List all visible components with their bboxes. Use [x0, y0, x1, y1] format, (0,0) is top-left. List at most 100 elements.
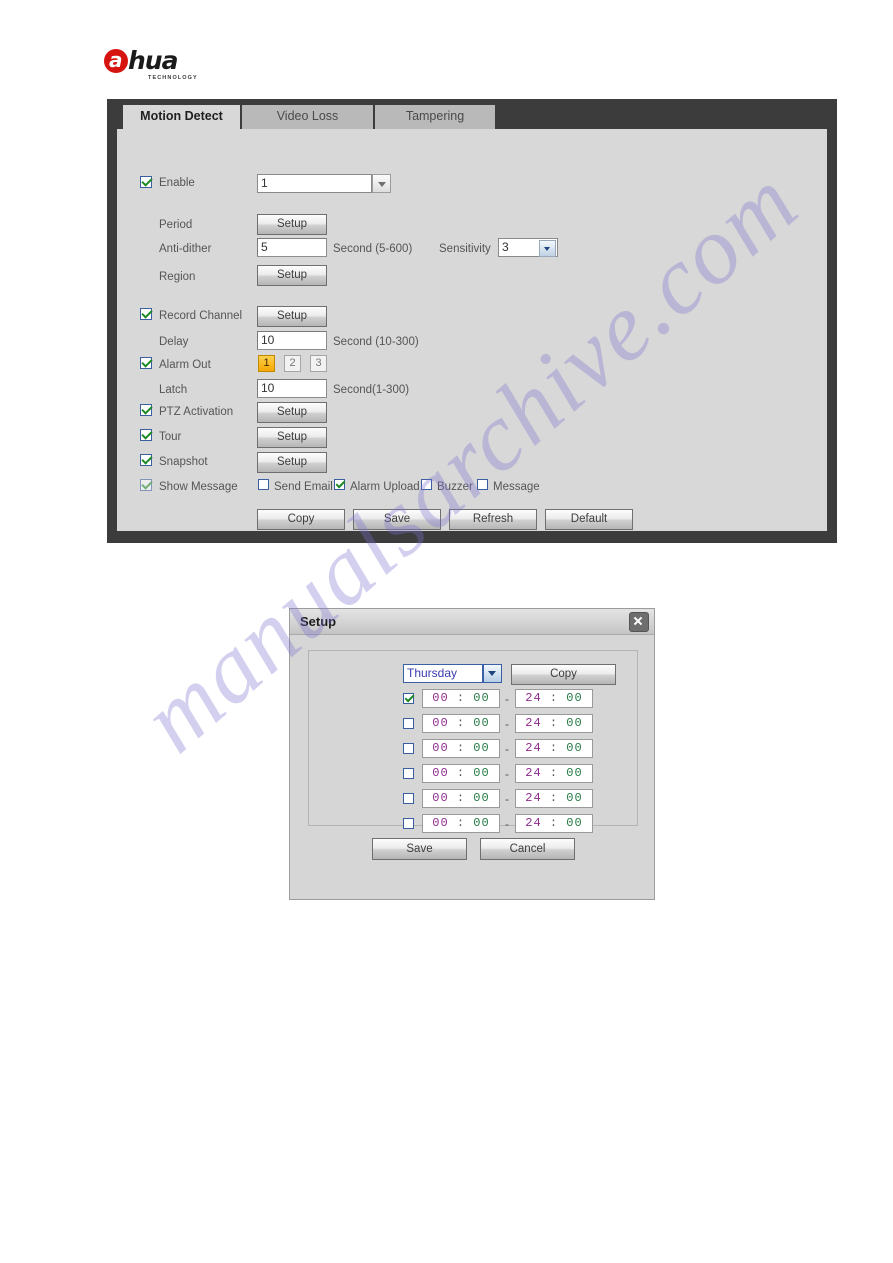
period-4-end[interactable]: 24 : 00 — [515, 764, 593, 783]
latch-input[interactable]: 10 — [257, 379, 327, 398]
period-1-checkbox[interactable] — [403, 693, 414, 704]
period-2-end-min: 00 — [566, 716, 583, 730]
period-5-end-hour: 24 — [525, 791, 542, 805]
range-separator: - — [505, 792, 509, 806]
alarm-out-label: Alarm Out — [159, 359, 211, 371]
anti-dither-input[interactable]: 5 — [257, 238, 327, 257]
alarm-out-channel-3[interactable]: 3 — [310, 355, 327, 372]
record-channel-label: Record Channel — [159, 310, 243, 322]
buzzer-checkbox[interactable] — [421, 479, 432, 490]
channel-select[interactable]: 1 — [257, 174, 372, 193]
logo-wordmark: hua — [128, 46, 178, 75]
setup-dialog: Setup Thursday Copy 00 : 00 - 24 : 00 00… — [289, 608, 655, 900]
dialog-title: Setup — [300, 614, 337, 629]
save-button[interactable]: Save — [353, 509, 441, 530]
motion-detect-panel: Motion Detect Video Loss Tampering Enabl… — [107, 99, 837, 543]
alarm-out-channel-2[interactable]: 2 — [284, 355, 301, 372]
period-setup-button[interactable]: Setup — [257, 214, 327, 235]
buzzer-label: Buzzer — [437, 481, 473, 493]
schedule-panel: Thursday Copy 00 : 00 - 24 : 00 00 : 00 … — [308, 650, 638, 833]
period-1-end[interactable]: 24 : 00 — [515, 689, 593, 708]
period-5-start-hour: 00 — [432, 791, 449, 805]
tour-setup-button[interactable]: Setup — [257, 427, 327, 448]
close-icon[interactable] — [629, 612, 649, 632]
period-5-end[interactable]: 24 : 00 — [515, 789, 593, 808]
period-3-start-hour: 00 — [432, 741, 449, 755]
period-6-end[interactable]: 24 : 00 — [515, 814, 593, 833]
period-3-end[interactable]: 24 : 00 — [515, 739, 593, 758]
chevron-down-icon[interactable] — [539, 240, 556, 257]
latch-label: Latch — [159, 384, 188, 396]
record-channel-checkbox[interactable] — [140, 308, 152, 320]
weekday-select[interactable]: Thursday — [403, 664, 483, 683]
tour-checkbox[interactable] — [140, 429, 152, 441]
default-button[interactable]: Default — [545, 509, 633, 530]
period-4-end-hour: 24 — [525, 766, 542, 780]
range-separator: - — [505, 817, 509, 831]
message-checkbox[interactable] — [477, 479, 488, 490]
logo-letter-a: a — [109, 48, 123, 72]
ptz-activation-setup-button[interactable]: Setup — [257, 402, 327, 423]
chevron-down-icon[interactable] — [483, 664, 502, 683]
period-2-start-min: 00 — [473, 716, 490, 730]
period-3-checkbox[interactable] — [403, 743, 414, 754]
period-4-start[interactable]: 00 : 00 — [422, 764, 500, 783]
period-5-start[interactable]: 00 : 00 — [422, 789, 500, 808]
settings-content: Enable 1 Period Setup Anti-dither 5 Seco… — [117, 129, 827, 531]
delay-input[interactable]: 10 — [257, 331, 327, 350]
period-4-start-hour: 00 — [432, 766, 449, 780]
period-label: Period — [159, 219, 193, 231]
ptz-activation-label: PTZ Activation — [159, 406, 234, 418]
tab-motion-detect[interactable]: Motion Detect — [123, 105, 240, 129]
snapshot-checkbox[interactable] — [140, 454, 152, 466]
period-5-checkbox[interactable] — [403, 793, 414, 804]
show-message-label: Show Message — [159, 481, 238, 493]
tab-bar: Motion Detect Video Loss Tampering — [107, 99, 837, 129]
alarm-upload-checkbox[interactable] — [334, 479, 345, 490]
period-6-checkbox[interactable] — [403, 818, 414, 829]
sensitivity-select[interactable]: 3 — [498, 238, 558, 257]
period-2-checkbox[interactable] — [403, 718, 414, 729]
send-email-checkbox[interactable] — [258, 479, 269, 490]
period-6-start-hour: 00 — [432, 816, 449, 830]
period-5-start-min: 00 — [473, 791, 490, 805]
chevron-down-icon[interactable] — [372, 174, 391, 193]
snapshot-setup-button[interactable]: Setup — [257, 452, 327, 473]
dahua-logo: a hua TECHNOLOGY — [104, 48, 212, 88]
alarm-out-channel-1[interactable]: 1 — [258, 355, 275, 372]
dialog-save-button[interactable]: Save — [372, 838, 467, 860]
period-6-end-min: 00 — [566, 816, 583, 830]
period-2-end[interactable]: 24 : 00 — [515, 714, 593, 733]
period-4-checkbox[interactable] — [403, 768, 414, 779]
period-2-end-hour: 24 — [525, 716, 542, 730]
refresh-button[interactable]: Refresh — [449, 509, 537, 530]
period-1-start-min: 00 — [473, 691, 490, 705]
period-6-end-hour: 24 — [525, 816, 542, 830]
tab-video-loss[interactable]: Video Loss — [242, 105, 373, 129]
ptz-activation-checkbox[interactable] — [140, 404, 152, 416]
period-4-end-min: 00 — [566, 766, 583, 780]
region-label: Region — [159, 271, 196, 283]
dialog-title-bar: Setup — [290, 609, 654, 635]
tab-tampering[interactable]: Tampering — [375, 105, 495, 129]
period-1-start-hour: 00 — [432, 691, 449, 705]
period-6-start[interactable]: 00 : 00 — [422, 814, 500, 833]
period-1-end-min: 00 — [566, 691, 583, 705]
delay-label: Delay — [159, 336, 189, 348]
record-channel-setup-button[interactable]: Setup — [257, 306, 327, 327]
alarm-out-checkbox[interactable] — [140, 357, 152, 369]
period-1-start[interactable]: 00 : 00 — [422, 689, 500, 708]
period-2-start[interactable]: 00 : 00 — [422, 714, 500, 733]
tour-label: Tour — [159, 431, 182, 443]
period-3-start-min: 00 — [473, 741, 490, 755]
range-separator: - — [505, 692, 509, 706]
copy-schedule-button[interactable]: Copy — [511, 664, 616, 685]
copy-button[interactable]: Copy — [257, 509, 345, 530]
period-6-start-min: 00 — [473, 816, 490, 830]
region-setup-button[interactable]: Setup — [257, 265, 327, 286]
enable-checkbox[interactable] — [140, 176, 152, 188]
anti-dither-unit: Second (5-600) — [333, 243, 413, 255]
show-message-checkbox[interactable] — [140, 479, 152, 491]
dialog-cancel-button[interactable]: Cancel — [480, 838, 575, 860]
period-3-start[interactable]: 00 : 00 — [422, 739, 500, 758]
